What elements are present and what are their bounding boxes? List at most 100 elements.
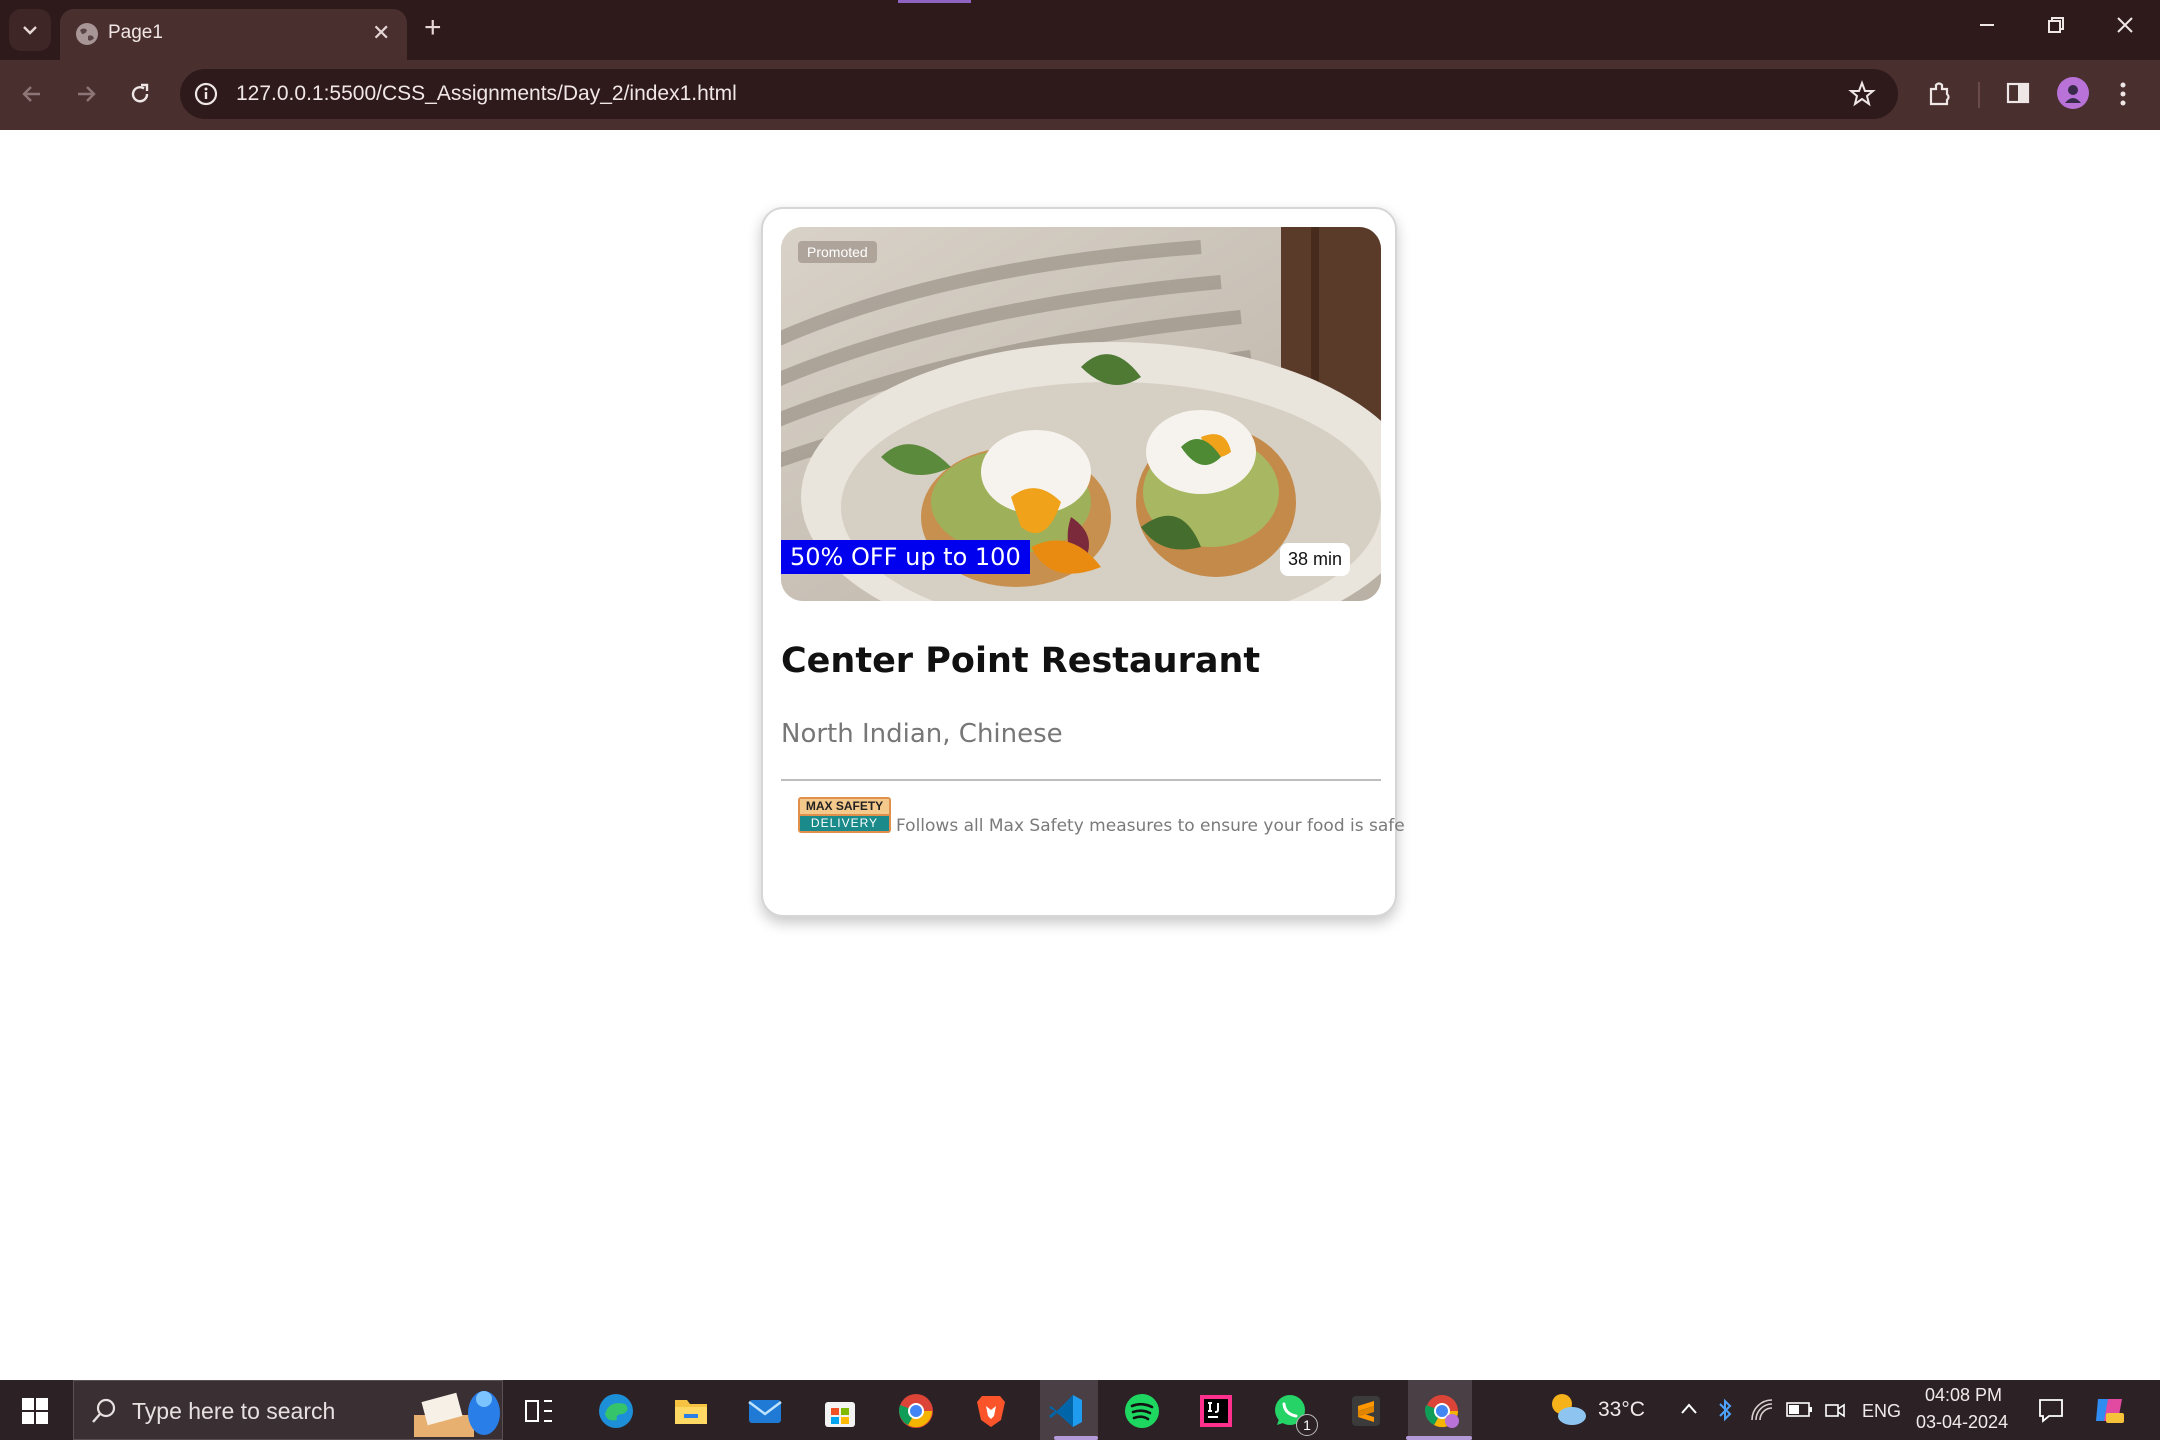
vscode-app[interactable] [1047,1392,1085,1430]
arrow-left-icon [22,86,40,102]
start-button[interactable] [22,1398,50,1430]
taskbar-search[interactable]: Type here to search [73,1380,503,1440]
camera-icon [1825,1403,1845,1418]
battery-tray[interactable] [1785,1400,1813,1424]
sublime-icon [1352,1396,1380,1426]
store-app[interactable] [821,1392,859,1430]
chrome-app[interactable] [897,1392,935,1430]
chevron-down-icon [23,26,37,35]
side-panel-button[interactable] [2005,80,2031,110]
battery-icon [1786,1402,1812,1417]
profile-avatar[interactable] [2057,77,2089,109]
toolbar-separator [1978,82,1980,108]
edge-icon [599,1394,633,1428]
mail-app[interactable] [746,1392,784,1430]
clock-time[interactable]: 04:08 PM [1925,1385,2002,1406]
close-tab-button[interactable]: ✕ [372,22,390,46]
forward-button[interactable] [74,82,98,110]
food-image: Promoted 50% OFF up to 100 38 min [781,227,1381,601]
reload-button[interactable] [128,82,152,110]
chrome-profile-icon [1424,1395,1459,1428]
intellij-icon [1200,1395,1232,1427]
copilot-button[interactable] [2092,1393,2126,1431]
bluetooth-tray[interactable] [1716,1396,1734,1428]
menu-button[interactable] [2118,80,2128,112]
restore-button[interactable] [2047,14,2065,40]
task-view-button[interactable] [520,1392,558,1430]
chevron-up-icon [1681,1403,1697,1414]
file-explorer-app[interactable] [672,1392,710,1430]
whatsapp-notification-badge: 1 [1296,1414,1318,1436]
network-tray[interactable] [1750,1398,1774,1426]
cuisine-list: North Indian, Chinese [781,719,1063,749]
side-panel-icon [2006,82,2030,104]
reload-icon [131,83,149,103]
arrow-right-icon [78,86,96,102]
language-indicator[interactable]: ENG [1862,1401,1901,1422]
tab-search-button[interactable] [9,9,51,51]
clock-date[interactable]: 03-04-2024 [1916,1412,2008,1433]
sublime-app[interactable] [1347,1392,1385,1430]
puzzle-icon [1929,82,1950,106]
search-highlight-illustration [414,1391,500,1437]
close-window-button[interactable] [2116,14,2134,40]
minimize-button[interactable] [1978,14,1996,40]
max-safety-logo: MAX SAFETY DELIVERY [798,797,891,833]
brave-app[interactable] [972,1392,1010,1430]
search-placeholder: Type here to search [132,1398,336,1424]
promoted-label: Promoted [798,241,877,263]
taskbar: Type here to search 1 33°C ENG 04:08 PM … [0,1380,2160,1440]
meet-tray[interactable] [1824,1399,1846,1425]
new-tab-button[interactable]: + [424,12,442,44]
browser-tab[interactable]: Page1 ✕ [60,9,407,60]
extensions-button[interactable] [1926,80,1954,112]
restore-icon [2048,17,2064,33]
back-button[interactable] [20,82,44,110]
card-divider [781,779,1381,781]
intellij-app[interactable] [1197,1392,1235,1430]
windows-icon [22,1398,48,1424]
folder-icon [675,1400,707,1424]
restaurant-name[interactable]: Center Point Restaurant [781,641,1260,681]
wifi-icon [1751,1399,1773,1421]
spotify-icon [1125,1394,1159,1428]
weather-partly-cloudy-icon [1552,1394,1586,1425]
minimize-icon [1980,24,1994,26]
safety-description: Follows all Max Safety measures to ensur… [896,816,1405,836]
notifications-button[interactable] [2037,1396,2065,1428]
safety-logo-bottom: DELIVERY [800,816,889,831]
site-info-icon[interactable] [194,82,218,106]
chrome-icon [898,1394,933,1428]
notification-icon [2039,1399,2063,1423]
edge-app[interactable] [597,1392,635,1430]
tab-activity-indicator [898,0,971,3]
spotify-app[interactable] [1123,1392,1161,1430]
bluetooth-icon [1719,1398,1732,1422]
restaurant-card[interactable]: Promoted 50% OFF up to 100 38 min Center… [761,207,1405,917]
browser-toolbar: 127.0.0.1:5500/CSS_Assignments/Day_2/ind… [0,60,2160,130]
mail-icon [748,1400,782,1423]
offer-badge: 50% OFF up to 100 [781,540,1030,574]
store-icon [825,1402,855,1427]
more-vertical-icon [2120,82,2126,106]
browser-titlebar: Page1 ✕ + [0,0,2160,60]
brave-icon [977,1396,1005,1427]
globe-icon [76,23,98,45]
search-icon [92,1398,116,1423]
vscode-icon [1049,1395,1082,1427]
weather-widget[interactable] [1548,1390,1588,1434]
task-view-icon [525,1400,552,1422]
safety-logo-top: MAX SAFETY [800,799,889,814]
chrome-active-indicator [1406,1436,1472,1440]
url-text[interactable]: 127.0.0.1:5500/CSS_Assignments/Day_2/ind… [236,82,737,106]
show-hidden-icons-button[interactable] [1679,1399,1699,1423]
weather-temperature[interactable]: 33°C [1598,1398,1645,1422]
incognito-icon [2065,85,2081,103]
delivery-time-badge: 38 min [1280,543,1351,576]
chrome-incognito-app[interactable] [1423,1392,1461,1430]
tab-title: Page1 [108,22,163,43]
address-bar[interactable]: 127.0.0.1:5500/CSS_Assignments/Day_2/ind… [180,69,1898,119]
vscode-active-indicator [1054,1436,1098,1440]
copilot-icon [2096,1399,2124,1423]
bookmark-star-icon[interactable] [1848,80,1876,108]
